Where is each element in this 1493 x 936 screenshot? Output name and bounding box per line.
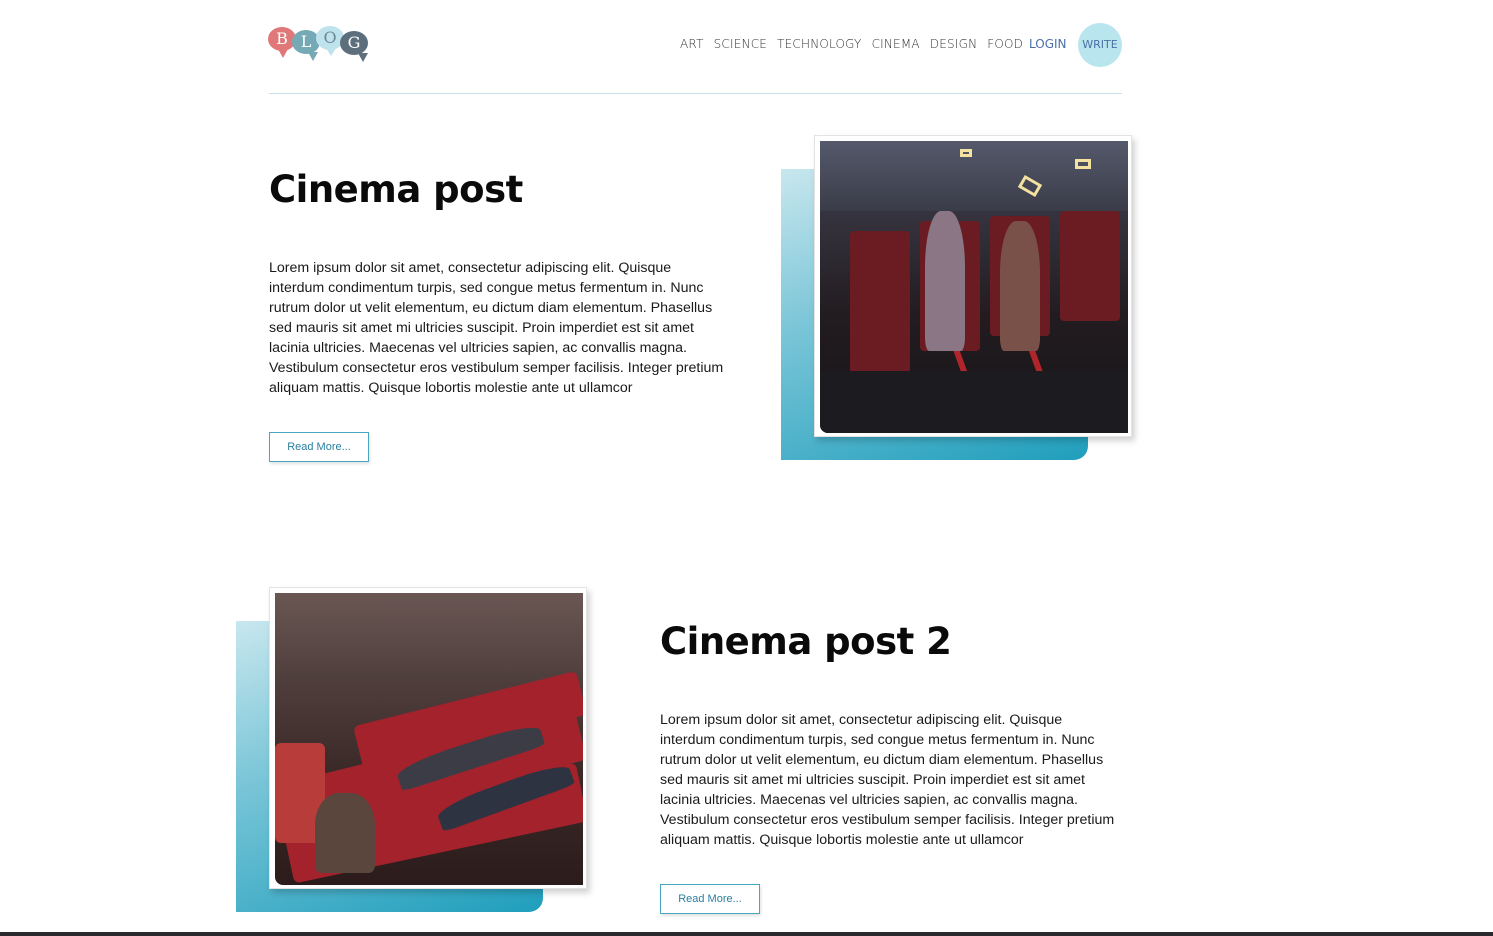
post-title: Cinema post (269, 168, 523, 211)
audience-person (1000, 221, 1040, 351)
theater-floor (820, 371, 1128, 433)
nav-cinema[interactable]: CINEMA (872, 37, 920, 51)
hexagon-light-icon (1075, 159, 1091, 169)
speech-tail-icon (278, 49, 288, 58)
post-excerpt: Lorem ipsum dolor sit amet, consectetur … (660, 712, 1115, 848)
nav-design[interactable]: DESIGN (930, 37, 977, 51)
blog-logo[interactable]: B L O G (268, 25, 370, 62)
theater-wall (275, 593, 583, 683)
logo-letter-g: G (340, 31, 368, 55)
cinema-image (820, 141, 1128, 433)
header-divider (269, 93, 1122, 94)
theater-seat (1060, 211, 1120, 321)
taskbar-edge (0, 932, 1493, 936)
nav-art[interactable]: ART (680, 37, 704, 51)
login-link[interactable]: LOGIN (1029, 37, 1067, 51)
speech-tail-icon (308, 52, 318, 61)
speech-tail-icon (358, 53, 368, 62)
post-image-frame[interactable] (269, 587, 587, 889)
read-more-button[interactable]: Read More... (269, 432, 369, 462)
speech-tail-icon (326, 48, 336, 56)
nav-food[interactable]: FOOD (987, 37, 1023, 51)
theater-seat (850, 231, 910, 381)
write-button[interactable]: WRITE (1078, 23, 1122, 67)
nav-technology[interactable]: TECHNOLOGY (777, 37, 861, 51)
read-more-button[interactable]: Read More... (660, 884, 760, 914)
cinema-image (275, 593, 583, 885)
audience-person (315, 793, 375, 873)
post-excerpt: Lorem ipsum dolor sit amet, consectetur … (269, 260, 724, 396)
main-nav: ART SCIENCE TECHNOLOGY CINEMA DESIGN FOO… (680, 37, 1033, 51)
nav-science[interactable]: SCIENCE (714, 37, 767, 51)
post-title: Cinema post 2 (660, 620, 952, 663)
audience-person (925, 211, 965, 351)
hexagon-light-icon (960, 149, 972, 157)
post-image-frame[interactable] (814, 135, 1132, 437)
theater-wall (820, 141, 1128, 211)
